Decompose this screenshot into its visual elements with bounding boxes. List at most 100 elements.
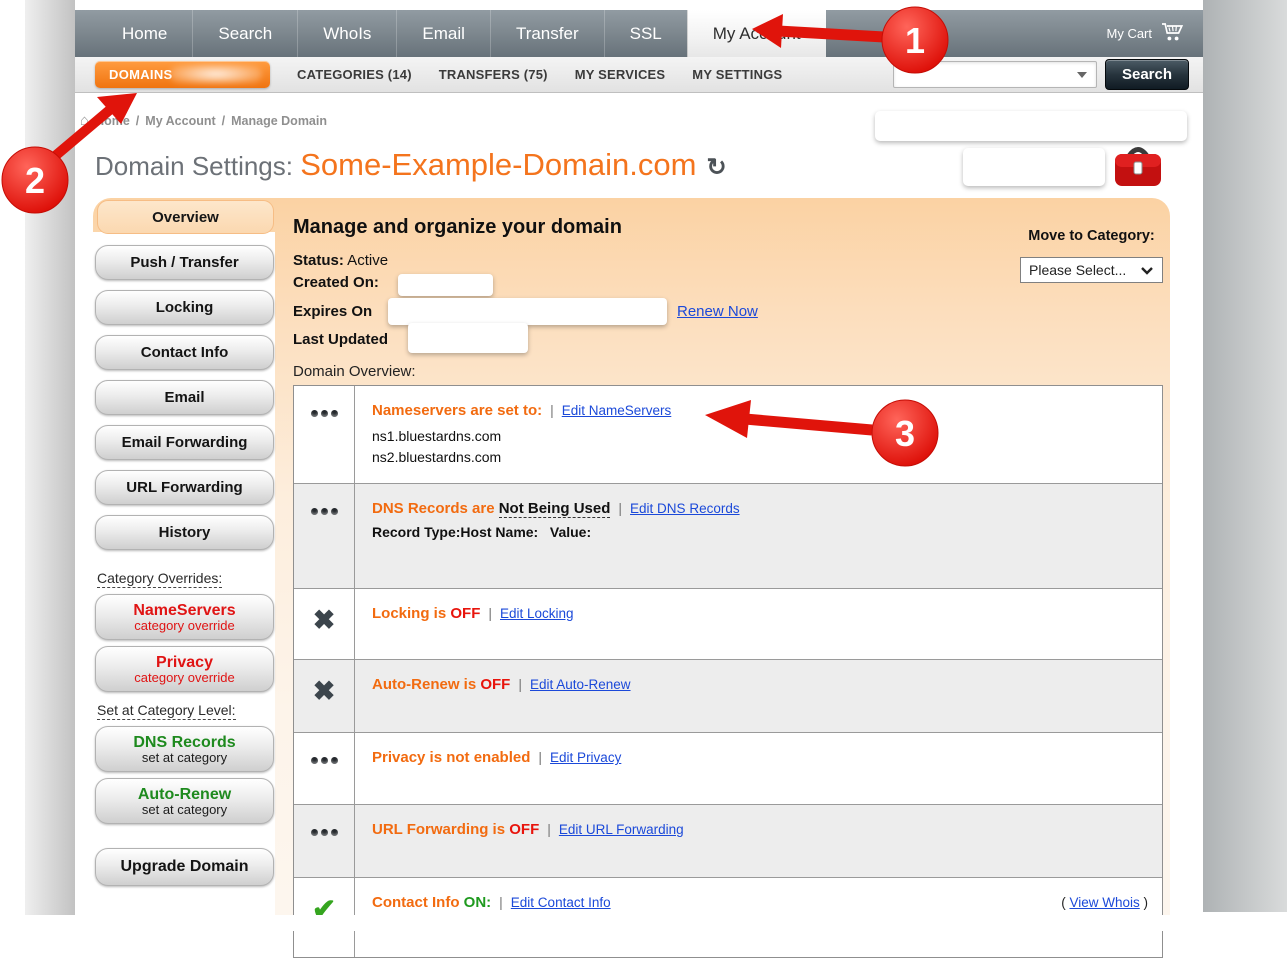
- sub-navigation-bar: DOMAINS CATEGORIES (14) TRANSFERS (75) MY …: [75, 57, 1203, 93]
- status-line: Status: Active: [293, 252, 388, 269]
- edit-auto-renew-link[interactable]: Edit Auto-Renew: [530, 677, 631, 692]
- row-status: OFF: [509, 821, 539, 838]
- row-status: ON:: [464, 894, 492, 911]
- redacted-value-box: [875, 111, 1187, 141]
- sidebar: Push / Transfer Locking Contact Info Email E…: [75, 232, 275, 915]
- sidebar-item-history[interactable]: History: [95, 515, 274, 550]
- cross-icon: ✖: [313, 678, 336, 732]
- subnav-item-my-services[interactable]: MY SERVICES: [575, 67, 666, 82]
- domain-overview-row: ✖ Locking is OFF | Edit Locking: [294, 588, 1162, 659]
- subnav-items: CATEGORIES (14) TRANSFERS (75) MY SERVICES…: [270, 67, 782, 82]
- redacted-value-box: [963, 148, 1105, 186]
- expires-label: Expires On: [293, 303, 372, 320]
- tab-whois[interactable]: WhoIs: [297, 10, 396, 57]
- chevron-down-icon: [1140, 266, 1154, 275]
- row-title: URL Forwarding is: [372, 821, 509, 838]
- domain-overview-row: ✖ Auto-Renew is OFF | Edit Auto-Renew: [294, 659, 1162, 732]
- page-title: Domain Settings: Some-Example-Domain.com…: [95, 147, 727, 183]
- updated-label: Last Updated: [293, 331, 388, 348]
- view-whois-link[interactable]: View Whois: [1069, 895, 1139, 910]
- row-title: DNS Records are: [372, 500, 499, 517]
- top-navigation-bar: HomeSearchWhoIsEmailTransferSSLMy Accoun…: [75, 10, 1203, 57]
- domain-overview-row: URL Forwarding is OFF | Edit URL Forward…: [294, 804, 1162, 877]
- domain-overview-row: DNS Records are Not Being Used | Edit DN…: [294, 483, 1162, 588]
- category-select-value: Please Select...: [1029, 262, 1126, 278]
- chevron-down-icon: [1077, 72, 1087, 78]
- dots-icon: [311, 410, 338, 483]
- sidebar-item-dns-records-category[interactable]: DNS Records set at category: [95, 726, 274, 772]
- domains-label: DOMAINS: [109, 67, 173, 82]
- section-heading: Manage and organize your domain: [293, 216, 622, 239]
- sidebar-item-auto-renew-category[interactable]: Auto-Renew set at category: [95, 778, 274, 824]
- category-overrides-label[interactable]: Category Overrides:: [97, 570, 222, 588]
- domain-overview-label: Domain Overview:: [293, 363, 416, 380]
- edit-locking-link[interactable]: Edit Locking: [500, 606, 574, 621]
- domain-search-combobox[interactable]: [893, 61, 1097, 88]
- row-title: Locking is: [372, 605, 450, 622]
- sidebar-item-contact-info[interactable]: Contact Info: [95, 335, 274, 370]
- upgrade-domain-button[interactable]: Upgrade Domain: [95, 848, 274, 886]
- search-button[interactable]: Search: [1105, 59, 1189, 90]
- sidebar-item-email-forwarding[interactable]: Email Forwarding: [95, 425, 274, 460]
- set-at-category-label[interactable]: Set at Category Level:: [97, 702, 236, 720]
- subnav-item-categories-14[interactable]: CATEGORIES (14): [297, 67, 412, 82]
- breadcrumb-item-manage-domain[interactable]: Manage Domain: [231, 114, 327, 128]
- row-title: Contact Info: [372, 894, 464, 911]
- row-status: Not Being Used: [499, 500, 611, 518]
- domain-overview-row: Privacy is not enabled | Edit Privacy: [294, 732, 1162, 804]
- bottom-window-strip: [0, 915, 1287, 931]
- expires-line: Expires On: [293, 303, 372, 320]
- tab-search[interactable]: Search: [192, 10, 297, 57]
- tab-home[interactable]: Home: [97, 10, 192, 57]
- domain-name: Some-Example-Domain.com: [300, 147, 696, 182]
- dots-icon: [311, 829, 338, 877]
- refresh-icon[interactable]: ↻: [706, 154, 726, 181]
- my-cart-label: My Cart: [1107, 26, 1153, 41]
- renew-now-link[interactable]: Renew Now: [677, 303, 758, 320]
- cart-icon: [1161, 22, 1185, 45]
- sidebar-item-overview[interactable]: Overview: [97, 200, 274, 234]
- redacted-expires-date: [388, 298, 667, 325]
- breadcrumb-item-my-account[interactable]: My Account: [145, 114, 215, 128]
- sidebar-item-push-transfer[interactable]: Push / Transfer: [95, 245, 274, 280]
- row-title: Auto-Renew is: [372, 676, 480, 693]
- left-window-gutter: [25, 0, 75, 915]
- subnav-item-transfers-75[interactable]: TRANSFERS (75): [439, 67, 548, 82]
- dns-record-headers: Record Type:Host Name: Value:: [372, 524, 1148, 540]
- tab-my-account[interactable]: My Account: [687, 10, 826, 57]
- sidebar-item-email[interactable]: Email: [95, 380, 274, 415]
- dots-icon: [311, 757, 338, 804]
- category-select[interactable]: Please Select...: [1020, 257, 1163, 283]
- right-window-gutter: [1203, 0, 1287, 912]
- tab-email[interactable]: Email: [396, 10, 490, 57]
- status-label: Status:: [293, 252, 344, 269]
- breadcrumb-separator: /: [222, 114, 225, 128]
- redacted-updated-date: [408, 323, 528, 353]
- edit-dns-records-link[interactable]: Edit DNS Records: [630, 501, 740, 516]
- sidebar-item-url-forwarding[interactable]: URL Forwarding: [95, 470, 274, 505]
- sidebar-item-privacy-override[interactable]: Privacy category override: [95, 646, 274, 692]
- edit-privacy-link[interactable]: Edit Privacy: [550, 750, 621, 765]
- edit-contact-info-link[interactable]: Edit Contact Info: [511, 895, 611, 910]
- sidebar-item-locking[interactable]: Locking: [95, 290, 274, 325]
- created-line: Created On:: [293, 274, 379, 291]
- dots-icon: [311, 508, 338, 588]
- breadcrumb[interactable]: ⌂ Home/My Account/Manage Domain: [80, 112, 327, 129]
- tab-transfer[interactable]: Transfer: [490, 10, 604, 57]
- edit-nameservers-link[interactable]: Edit NameServers: [562, 403, 672, 418]
- nameserver-list: ns1.bluestardns.comns2.bluestardns.com: [372, 426, 1148, 468]
- toolbox-icon[interactable]: [1112, 143, 1164, 195]
- breadcrumb-item-home[interactable]: Home: [95, 114, 130, 128]
- row-title: Nameservers are set to:: [372, 402, 542, 419]
- domain-overview-table: Nameservers are set to: | Edit NameServe…: [293, 385, 1163, 958]
- row-status: OFF: [480, 676, 510, 693]
- subnav-item-domains[interactable]: DOMAINS: [95, 61, 270, 88]
- cross-icon: ✖: [313, 607, 336, 659]
- tab-ssl[interactable]: SSL: [604, 10, 687, 57]
- subnav-item-my-settings[interactable]: MY SETTINGS: [692, 67, 782, 82]
- sidebar-item-nameservers-override[interactable]: NameServers category override: [95, 594, 274, 640]
- edit-url-forwarding-link[interactable]: Edit URL Forwarding: [559, 822, 684, 837]
- my-cart[interactable]: My Cart: [1107, 10, 1186, 57]
- redacted-created-date: [398, 274, 493, 296]
- top-nav-tabs: HomeSearchWhoIsEmailTransferSSLMy Accoun…: [97, 10, 826, 57]
